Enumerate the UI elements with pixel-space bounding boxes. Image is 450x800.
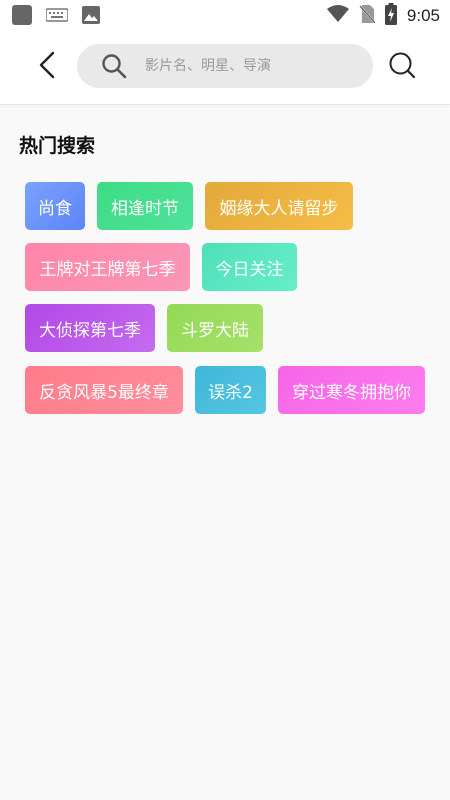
search-header	[0, 30, 450, 105]
chevron-left-icon	[37, 51, 57, 83]
status-bar: 9:05	[0, 0, 450, 30]
hot-search-tag[interactable]: 尚食	[25, 182, 85, 230]
no-sim-icon	[359, 4, 376, 28]
hot-search-tag[interactable]: 穿过寒冬拥抱你	[278, 366, 425, 414]
search-input[interactable]	[145, 51, 355, 81]
search-icon	[101, 53, 127, 79]
status-bar-left	[12, 5, 100, 29]
status-bar-right: 9:05	[326, 3, 440, 29]
status-time: 9:05	[406, 6, 440, 25]
hot-search-tag[interactable]: 姻缘大人请留步	[205, 182, 353, 230]
hot-search-tag[interactable]: 误杀2	[195, 366, 266, 414]
search-icon	[388, 51, 416, 83]
battery-charging-icon	[384, 3, 397, 29]
hot-search-tag[interactable]: 王牌对王牌第七季	[25, 243, 190, 291]
wifi-icon	[326, 5, 349, 27]
hot-search-tag[interactable]: 今日关注	[202, 243, 297, 291]
hot-search-tag[interactable]: 反贪风暴5最终章	[25, 366, 183, 414]
hot-search-title: 热门搜索	[19, 135, 96, 157]
hot-search-tag[interactable]: 相逢时节	[97, 182, 193, 230]
app-square-icon	[12, 5, 32, 29]
back-button[interactable]	[30, 50, 64, 84]
search-submit-button[interactable]	[385, 50, 419, 84]
image-icon	[82, 6, 100, 28]
search-box[interactable]	[77, 44, 373, 88]
hot-search-tag[interactable]: 大侦探第七季	[25, 304, 155, 352]
keyboard-icon	[45, 7, 69, 27]
hot-search-tag[interactable]: 斗罗大陆	[167, 304, 263, 352]
